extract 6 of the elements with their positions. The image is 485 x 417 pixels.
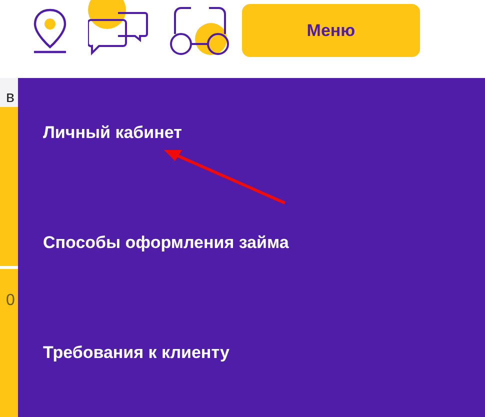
cut-off-text: 0 (6, 292, 15, 309)
cut-off-text: в (6, 89, 14, 107)
menu-item[interactable]: Способы оформления займа (43, 232, 485, 254)
menu-item[interactable]: Личный кабинет (43, 122, 485, 144)
menu-item[interactable]: Требования к клиенту (43, 342, 485, 364)
menu-button[interactable]: Меню (242, 4, 420, 57)
